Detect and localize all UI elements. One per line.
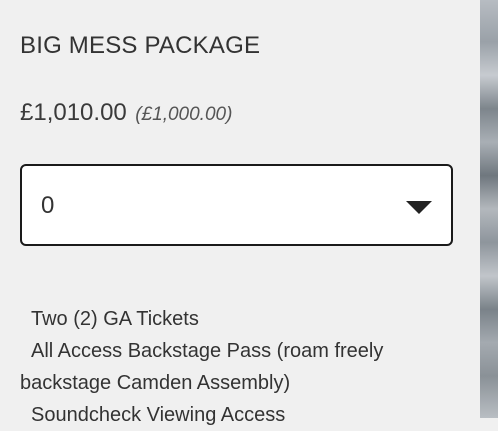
package-description: Two (2) GA Tickets All Access Backstage … (20, 303, 475, 431)
product-price: £1,010.00 (20, 99, 127, 126)
quantity-select-value: 0 (41, 192, 55, 219)
product-title: BIG MESS PACKAGE (20, 32, 261, 59)
price-row: £1,010.00 (£1,000.00) (20, 98, 232, 128)
quantity-select[interactable]: 0 (20, 164, 453, 246)
description-item: Soundcheck Viewing Access (31, 404, 286, 426)
chevron-down-icon (406, 201, 432, 214)
original-price: (£1,000.00) (135, 104, 233, 125)
product-panel: BIG MESS PACKAGE £1,010.00 (£1,000.00) 0… (0, 0, 480, 426)
description-item: All Access Backstage Pass (roam freely b… (20, 340, 384, 394)
description-item: Two (2) GA Tickets (31, 308, 199, 330)
background-photo-edge (480, 0, 498, 418)
